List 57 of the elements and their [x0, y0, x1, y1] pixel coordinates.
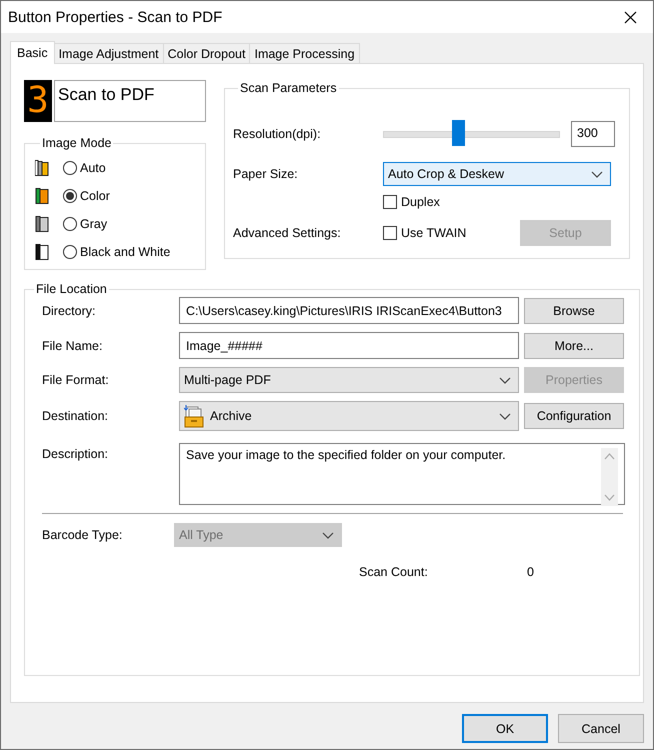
window-title: Button Properties - Scan to PDF [8, 8, 222, 26]
paper-size-dropdown[interactable]: Auto Crop & Deskew [383, 162, 611, 186]
caret-icon [591, 170, 603, 178]
tab[interactable]: Image Adjustment [54, 43, 164, 63]
radio-button[interactable] [63, 245, 77, 259]
radio-label: Gray [80, 217, 108, 231]
field-label: File Name: [41, 338, 104, 352]
field-label: Resolution(dpi): [233, 127, 322, 141]
radio-button[interactable] [63, 161, 77, 175]
group-title: Scan Parameters [239, 81, 338, 95]
group-title: File Location [35, 282, 108, 296]
scan-count-value: 0 [527, 565, 534, 579]
checkbox-label: Duplex [401, 195, 440, 209]
tab[interactable]: Basic [10, 41, 55, 64]
field-label: File Format: [41, 373, 110, 387]
button-name-field: Scan to PDF [54, 80, 206, 122]
cancel-button[interactable]: Cancel [558, 714, 644, 743]
ok-button[interactable]: OK [462, 714, 548, 743]
scrollbar [601, 448, 618, 506]
radio-button[interactable] [63, 217, 77, 231]
plain-pages-icon [35, 243, 49, 261]
dropdown[interactable]: Archive [179, 401, 519, 431]
field-label: Paper Size: [233, 167, 299, 181]
description-field[interactable]: Save your image to the specified folder on your computer. [179, 443, 625, 505]
button[interactable]: More... [524, 332, 624, 358]
checkbox[interactable] [383, 226, 397, 240]
button[interactable]: Browse [524, 298, 624, 324]
field-label: Advanced Settings: [233, 226, 342, 240]
field-label: Destination: [41, 409, 110, 423]
text-field[interactable]: C:\Users\casey.king\Pictures\IRIS IRIScanExec4\Button3 [179, 297, 519, 324]
color-pages-icon [35, 187, 49, 205]
slider-thumb[interactable] [452, 120, 466, 146]
field-label: Barcode Type: [41, 528, 124, 542]
caret-icon [499, 376, 511, 384]
field-label: Scan Count: [359, 565, 429, 579]
caret-icon [499, 412, 511, 420]
group-title: Image Mode [41, 136, 112, 150]
resolution-field[interactable]: 300 [571, 121, 615, 147]
field-label: Directory: [41, 304, 96, 318]
caret-icon [322, 530, 334, 540]
radio-label: Black and White [80, 245, 170, 259]
text-field[interactable]: Image_##### [179, 332, 519, 359]
radio-label: Auto [80, 161, 106, 175]
shaded-pages-icon [35, 215, 49, 233]
radio-label: Color [80, 189, 110, 203]
page-stack-icon [35, 159, 49, 177]
radio-button[interactable] [63, 189, 77, 203]
tab[interactable]: Color Dropout [162, 43, 250, 63]
close-icon [624, 10, 636, 24]
checkbox[interactable] [383, 195, 397, 209]
digit-display: 3 [24, 80, 52, 122]
tab[interactable]: Image Processing [249, 43, 360, 63]
file-drawer-icon [184, 404, 204, 428]
field-label: Description: [41, 446, 109, 461]
checkbox-label: Use TWAIN [401, 226, 466, 240]
dropdown[interactable]: Multi-page PDF [179, 367, 519, 393]
button[interactable]: Configuration [524, 403, 624, 429]
